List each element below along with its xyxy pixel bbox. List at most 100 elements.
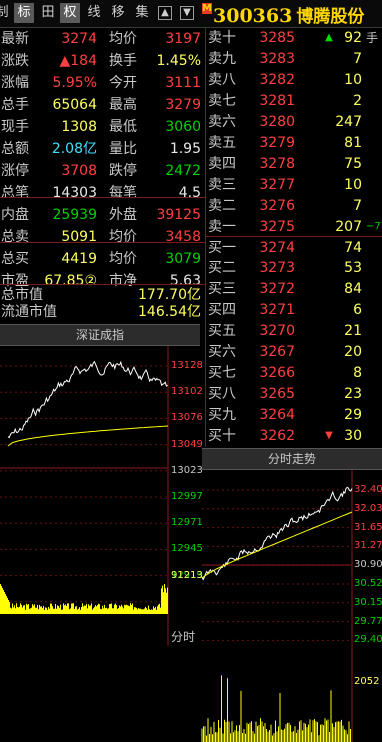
level-price: 3265 <box>259 386 295 403</box>
ask-row[interactable]: 卖二 3276 7 <box>206 195 382 218</box>
level-label: 买五 <box>208 323 236 340</box>
level-price: 3264 <box>259 407 295 424</box>
level-qty: 23 <box>344 386 362 403</box>
y-axis-label: 32.03 <box>354 502 382 514</box>
level-price: 3273 <box>259 260 295 277</box>
bid-row[interactable]: 买六 3267 20 <box>206 341 382 364</box>
y-axis-label: 31.65 <box>354 521 382 533</box>
ask-bid-separator <box>206 235 382 237</box>
toolbar-tab-5[interactable]: 移 <box>108 3 128 23</box>
level-label: 买一 <box>208 239 236 256</box>
index-price-line <box>7 360 168 439</box>
level-label: 卖二 <box>208 197 236 214</box>
index-chart-plot <box>0 346 169 646</box>
ask-row[interactable]: 卖十 3285 92 ▲ 手 <box>206 27 382 50</box>
toolbar-tab-1[interactable]: 标 <box>14 3 34 23</box>
level-qty: 29 <box>344 407 362 424</box>
margin-badge: M <box>202 3 212 14</box>
y-axis-label: 29.40 <box>354 634 382 646</box>
toolbar-tab-0[interactable]: 制 <box>0 3 12 23</box>
level-qty: 84 <box>344 281 362 298</box>
ask-row[interactable]: 卖八 3282 10 <box>206 69 382 92</box>
bid-row[interactable]: 买一 3274 74 <box>206 237 382 260</box>
level-price: 3277 <box>259 176 295 193</box>
level-label: 卖九 <box>208 50 236 67</box>
level-qty: 2 <box>353 92 362 109</box>
bid-row[interactable]: 买五 3270 21 <box>206 320 382 343</box>
stock-code: 300363 <box>213 5 293 27</box>
level-price: 3271 <box>259 302 295 319</box>
y-axis-label: 31.27 <box>354 540 382 552</box>
stock-title: 300363 博腾股份 <box>213 2 364 27</box>
level-qty: 10 <box>344 71 362 88</box>
up-arrow-icon[interactable]: ▲ <box>158 6 172 20</box>
y-axis-label: 32.40 <box>354 484 382 495</box>
level-label: 卖一 <box>208 218 236 235</box>
level-price: 3282 <box>259 71 295 88</box>
down-arrow-icon[interactable]: ▼ <box>180 6 194 20</box>
y-axis-label: 30.90 <box>354 559 382 571</box>
bid-row[interactable]: 买三 3272 84 <box>206 278 382 301</box>
stock-chart: 32.40 32.03 31.65 31.27 30.90 30.52 30.15 29.77… <box>201 470 382 742</box>
toolbar-tab-6[interactable]: 集 <box>132 3 152 23</box>
index-avg-line <box>7 425 169 447</box>
index-chart: 13128 13102 13076 13049 13023 12997 12971 12945… <box>0 346 203 742</box>
level-qty: 207 <box>335 218 362 235</box>
ask-row[interactable]: 卖四 3278 75 <box>206 153 382 176</box>
toolbar: 制 标 田 权 线 移 集 ▲ ▼ M 300363 博腾股份 <box>0 0 382 28</box>
bid-row[interactable]: 买十 3262 30 ▼ <box>206 425 382 448</box>
level-qty: 81 <box>344 134 362 151</box>
y-axis-label: 30.15 <box>354 596 382 608</box>
bid-row[interactable]: 买七 3266 8 <box>206 362 382 385</box>
level-label: 卖十 <box>208 30 236 46</box>
level-label: 买六 <box>208 344 236 361</box>
level-label: 买三 <box>208 281 236 298</box>
level-qty: 21 <box>344 323 362 340</box>
level-label: 买九 <box>208 407 236 424</box>
level-label: 买八 <box>208 386 236 403</box>
toolbar-tab-4[interactable]: 线 <box>84 3 104 23</box>
stock-name: 博腾股份 <box>296 7 365 27</box>
bid-row[interactable]: 买二 3273 53 <box>206 257 382 280</box>
ask-row[interactable]: 卖七 3281 2 <box>206 90 382 113</box>
ask-row[interactable]: 卖三 3277 10 <box>206 174 382 197</box>
y-axis-label: 12971 <box>171 517 203 529</box>
index-volume-label: 91213 <box>171 570 203 581</box>
level-price: 3266 <box>259 365 295 382</box>
y-axis-label: 29.77 <box>354 615 382 627</box>
level-price: 3272 <box>259 281 295 298</box>
down-triangle-icon: ▼ <box>325 430 333 442</box>
level-price: 3285 <box>259 30 295 46</box>
up-triangle-icon: ▲ <box>325 32 333 43</box>
level-label: 买二 <box>208 260 236 277</box>
stock-avg-line <box>201 511 353 579</box>
y-axis-label: 13049 <box>171 438 203 450</box>
stock-chart-header: 分时走势 <box>202 448 382 470</box>
level-label: 买十 <box>208 428 236 445</box>
bid-row[interactable]: 买八 3265 23 <box>206 383 382 406</box>
level-price: 3267 <box>259 344 295 361</box>
level-label: 卖八 <box>208 71 236 88</box>
bid-row[interactable]: 买九 3264 29 <box>206 404 382 427</box>
ask-row[interactable]: 卖五 3279 81 <box>206 132 382 155</box>
index-chart-header: 深证成指 <box>0 324 200 346</box>
level-label: 卖三 <box>208 176 236 193</box>
toolbar-tab-3[interactable]: 权 <box>60 3 80 23</box>
ask-row[interactable]: 卖九 3283 7 <box>206 48 382 71</box>
y-axis-label: 12997 <box>171 491 203 502</box>
level-label: 卖五 <box>208 134 236 151</box>
level-label: 买七 <box>208 365 236 382</box>
index-footer: 分时 <box>171 630 196 644</box>
level-price: 3270 <box>259 323 295 340</box>
level-qty: 247 <box>335 113 362 130</box>
level-label: 买四 <box>208 302 236 319</box>
bid-row[interactable]: 买四 3271 6 <box>206 299 382 322</box>
ask-row[interactable]: 卖六 3280 247 <box>206 111 382 134</box>
y-axis-label: 12945 <box>171 543 203 555</box>
level-price: 3275 <box>259 218 295 235</box>
level-extra: −779 <box>366 220 382 232</box>
y-axis-label: 30.52 <box>354 578 382 589</box>
level-qty: 8 <box>353 365 362 382</box>
toolbar-tab-2[interactable]: 田 <box>38 3 58 23</box>
level-qty: 7 <box>353 50 362 67</box>
